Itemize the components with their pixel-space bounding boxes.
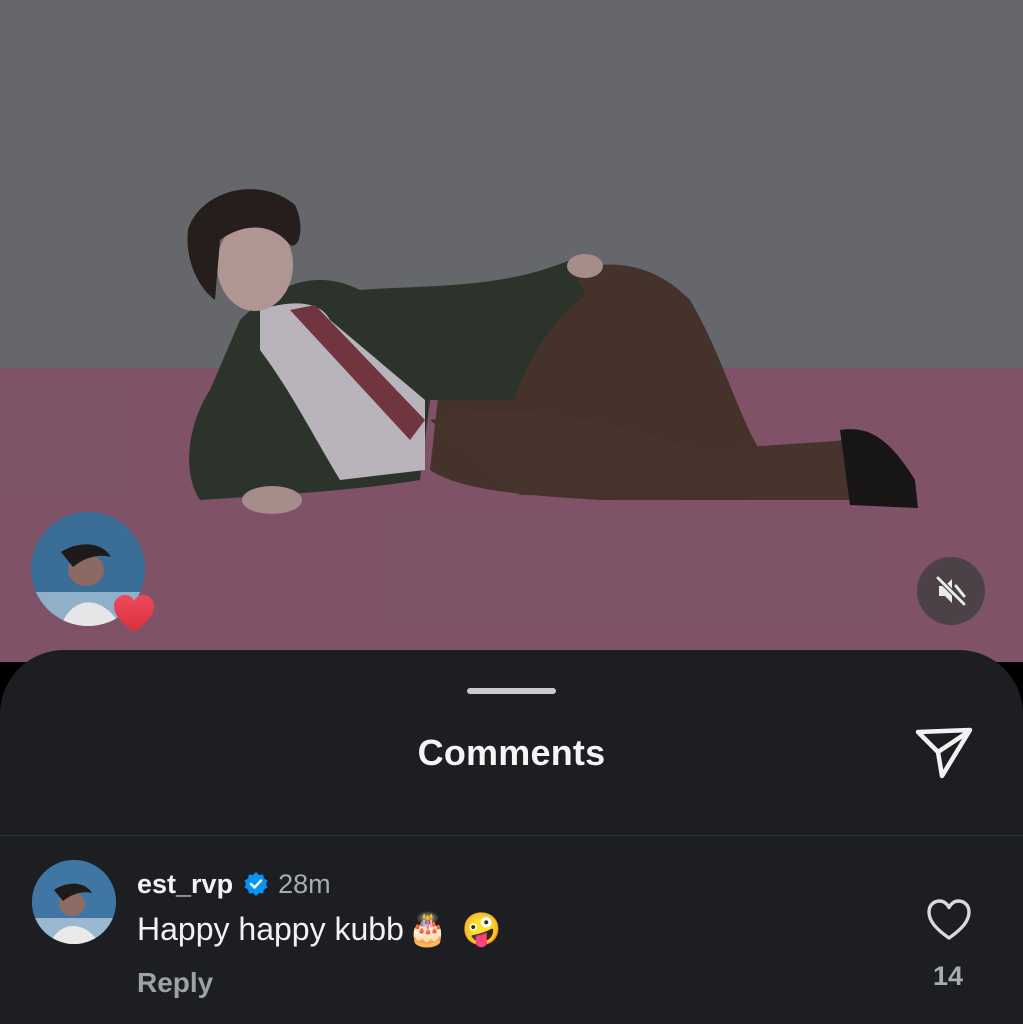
mute-button[interactable] [917, 557, 985, 625]
comment-timestamp: 28m [278, 868, 331, 899]
verified-badge-icon [244, 872, 268, 896]
comments-sheet: Comments est_rvp 28m Happy happy kubb 🎂 … [0, 650, 1023, 1024]
reply-button[interactable]: Reply [137, 967, 213, 999]
media-overlay [0, 0, 1023, 662]
comment-username[interactable]: est_rvp [137, 869, 233, 900]
avatar-image [32, 860, 116, 944]
paper-plane-icon[interactable] [914, 722, 974, 782]
sheet-grabber[interactable] [467, 688, 556, 694]
commenter-avatar[interactable] [32, 860, 116, 944]
comment-text: Happy happy kubb [137, 910, 404, 947]
sheet-title: Comments [417, 732, 606, 773]
heart-outline-icon[interactable] [926, 898, 972, 942]
comment-item: est_rvp 28m Happy happy kubb 🎂 🤪 Reply 1… [0, 836, 1023, 1024]
post-media[interactable] [0, 0, 1023, 662]
comment-text-row: Happy happy kubb 🎂 🤪 [137, 910, 502, 948]
zany-face-emoji: 🤪 [461, 911, 502, 947]
like-count: 14 [932, 961, 964, 991]
birthday-cake-emoji: 🎂 [407, 911, 448, 947]
heart-emoji [114, 595, 154, 632]
speaker-muted-icon [935, 575, 967, 607]
